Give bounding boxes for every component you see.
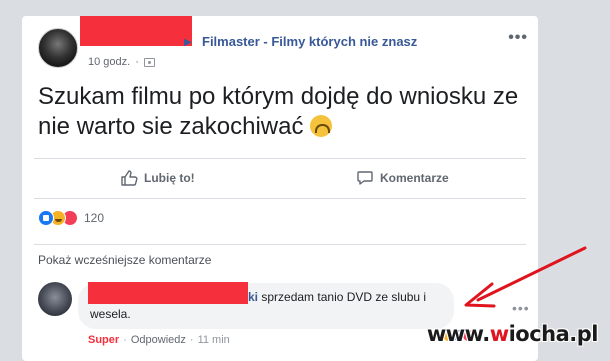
watermark: www.wiocha.pl [426,322,599,346]
red-arrow-annotation [464,246,587,308]
like-reaction-icon [38,210,54,226]
